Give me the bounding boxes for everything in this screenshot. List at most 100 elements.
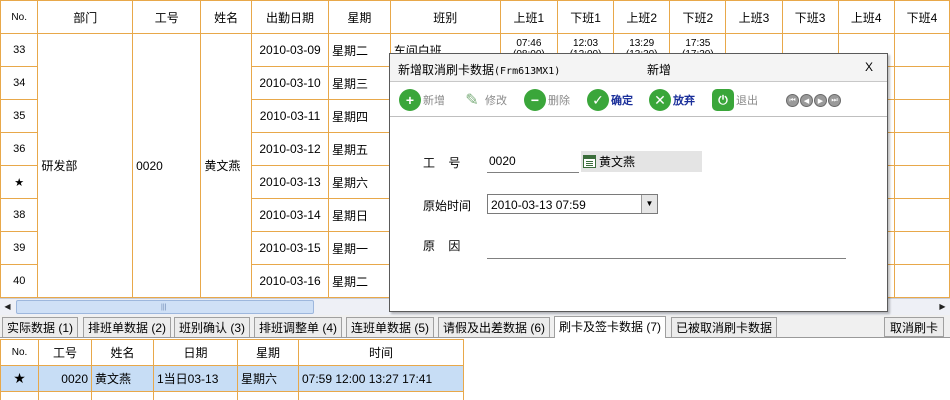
delete-button-label: 删除: [548, 94, 570, 107]
col-header-out2[interactable]: 下班2: [669, 0, 727, 34]
add-button[interactable]: + 新增: [399, 88, 445, 112]
tab-cancelled-swipes[interactable]: 已被取消刷卡数据: [671, 317, 778, 337]
out4-cell[interactable]: [893, 33, 950, 67]
add-cancel-swipe-dialog[interactable]: 新增取消刷卡数据(Frm613MX1) 新增 X + 新增 ✎ 修改 − 删除 …: [389, 53, 888, 312]
out4-cell[interactable]: [893, 231, 950, 265]
col-header-shift[interactable]: 班别: [389, 0, 501, 34]
sub-col-header-weekday[interactable]: 星期: [237, 339, 299, 366]
weekday-cell[interactable]: 星期六: [328, 165, 391, 199]
sub-id-cell[interactable]: 0020: [38, 365, 92, 392]
tab-schedule-adjust[interactable]: 排班调整单 (4): [254, 317, 343, 337]
row-number: 39: [0, 231, 39, 265]
original-time-label: 原始时间: [423, 199, 472, 213]
sub-col-header-name[interactable]: 姓名: [91, 339, 154, 366]
col-header-in3[interactable]: 上班3: [725, 0, 783, 34]
sub-col-header-id[interactable]: 工号: [38, 339, 92, 366]
tab-actual-data[interactable]: 实际数据 (1): [2, 317, 79, 337]
employee-name-field[interactable]: 黄文燕: [581, 151, 702, 172]
original-time-select[interactable]: 2010-03-13 07:59 ▼: [487, 194, 658, 214]
col-header-date[interactable]: 出勤日期: [250, 0, 330, 34]
weekday-cell[interactable]: 星期五: [328, 132, 391, 166]
subgrid-header-row: No. 工号 姓名 日期 星期 时间: [0, 339, 464, 366]
employee-id-underline: [487, 172, 579, 173]
swipe-records-grid: No. 工号 姓名 日期 星期 时间 ★ 0020 黄文燕 1当日03-13 星…: [0, 339, 464, 400]
x-circle-icon: ✕: [649, 89, 671, 111]
employee-name-cell[interactable]: 黄文燕: [200, 33, 252, 298]
out4-cell[interactable]: [893, 165, 950, 199]
tab-schedule-data[interactable]: 排班单数据 (2): [83, 317, 172, 337]
abandon-button[interactable]: ✕ 放弃: [649, 88, 695, 112]
prev-record-icon[interactable]: ◀: [800, 94, 813, 107]
record-navigator: ⏮ ◀ ▶ ⏭: [786, 94, 841, 107]
date-cell[interactable]: 2010-03-14: [250, 198, 330, 232]
last-record-icon[interactable]: ⏭: [828, 94, 841, 107]
col-header-out3[interactable]: 下班3: [781, 0, 839, 34]
tab-shift-confirm[interactable]: 班别确认 (3): [174, 317, 251, 337]
original-time-value: 2010-03-13 07:59: [491, 198, 586, 212]
out4-cell[interactable]: [893, 66, 950, 100]
sub-col-header-time[interactable]: 时间: [298, 339, 464, 366]
date-cell[interactable]: 2010-03-16: [250, 264, 330, 298]
col-header-employee-id[interactable]: 工号: [132, 0, 202, 34]
sub-time-cell[interactable]: 07:59 12:00 13:27 17:41: [298, 365, 464, 392]
tab-card-swipe[interactable]: 刷卡及签卡数据 (7): [554, 316, 667, 338]
scrollbar-thumb[interactable]: |||: [16, 300, 314, 314]
grip-icon: |||: [161, 304, 167, 311]
weekday-cell[interactable]: 星期二: [328, 264, 391, 298]
sub-name-cell[interactable]: 黄文燕: [91, 365, 154, 392]
date-cell[interactable]: 2010-03-09: [250, 33, 330, 67]
delete-button[interactable]: − 删除: [524, 88, 570, 112]
col-header-out4[interactable]: 下班4: [893, 0, 950, 34]
date-cell[interactable]: 2010-03-15: [250, 231, 330, 265]
out1-actual: 12:03: [573, 38, 599, 49]
weekday-cell[interactable]: 星期四: [328, 99, 391, 133]
employee-id-field[interactable]: 0020: [489, 154, 516, 168]
in2-actual: 13:29: [629, 38, 655, 49]
scroll-right-icon[interactable]: ▶: [935, 300, 950, 314]
first-record-icon[interactable]: ⏮: [786, 94, 799, 107]
exit-button[interactable]: ⏻ 退出: [712, 88, 758, 112]
close-icon[interactable]: X: [865, 60, 873, 74]
out4-cell[interactable]: [893, 198, 950, 232]
date-cell[interactable]: 2010-03-11: [250, 99, 330, 133]
confirm-button[interactable]: ✓ 确定: [587, 88, 633, 112]
col-header-in2[interactable]: 上班2: [613, 0, 671, 34]
col-header-in1[interactable]: 上班1: [499, 0, 559, 34]
weekday-cell[interactable]: 星期一: [328, 231, 391, 265]
department-cell[interactable]: 研发部: [37, 33, 134, 298]
table-row[interactable]: [0, 391, 464, 400]
col-header-department[interactable]: 部门: [37, 0, 134, 34]
col-header-in4[interactable]: 上班4: [837, 0, 895, 34]
row-number: 40: [0, 264, 39, 298]
col-header-name[interactable]: 姓名: [200, 0, 252, 34]
weekday-cell[interactable]: 星期二: [328, 33, 391, 67]
next-record-icon[interactable]: ▶: [814, 94, 827, 107]
tab-leave-trip[interactable]: 请假及出差数据 (6): [438, 317, 551, 337]
out4-cell[interactable]: [893, 264, 950, 298]
confirm-button-label: 确定: [611, 94, 633, 107]
sub-date-cell[interactable]: 1当日03-13: [153, 365, 238, 392]
data-tab-bar: 实际数据 (1) 排班单数据 (2) 班别确认 (3) 排班调整单 (4) 连班…: [0, 315, 950, 338]
col-header-no[interactable]: No.: [0, 0, 39, 34]
table-row[interactable]: ★ 0020 黄文燕 1当日03-13 星期六 07:59 12:00 13:2…: [0, 365, 464, 392]
cancel-swipe-button[interactable]: 取消刷卡: [883, 317, 944, 337]
employee-id-cell[interactable]: 0020: [132, 33, 202, 298]
dialog-title-bar[interactable]: 新增取消刷卡数据(Frm613MX1) 新增 X: [390, 54, 887, 82]
col-header-weekday[interactable]: 星期: [328, 0, 391, 34]
sub-col-header-date[interactable]: 日期: [153, 339, 238, 366]
out4-cell[interactable]: [893, 132, 950, 166]
lookup-icon[interactable]: [583, 155, 596, 168]
edit-button[interactable]: ✎ 修改: [461, 88, 507, 112]
date-cell[interactable]: 2010-03-10: [250, 66, 330, 100]
date-cell[interactable]: 2010-03-13: [250, 165, 330, 199]
col-header-out1[interactable]: 下班1: [556, 0, 615, 34]
sub-weekday-cell[interactable]: 星期六: [237, 365, 299, 392]
tab-consecutive-shift[interactable]: 连班单数据 (5): [346, 317, 435, 337]
chevron-down-icon[interactable]: ▼: [641, 195, 657, 213]
scroll-left-icon[interactable]: ◀: [0, 300, 15, 314]
weekday-cell[interactable]: 星期日: [328, 198, 391, 232]
out4-cell[interactable]: [893, 99, 950, 133]
weekday-cell[interactable]: 星期三: [328, 66, 391, 100]
date-cell[interactable]: 2010-03-12: [250, 132, 330, 166]
sub-col-header-no[interactable]: No.: [0, 339, 39, 366]
